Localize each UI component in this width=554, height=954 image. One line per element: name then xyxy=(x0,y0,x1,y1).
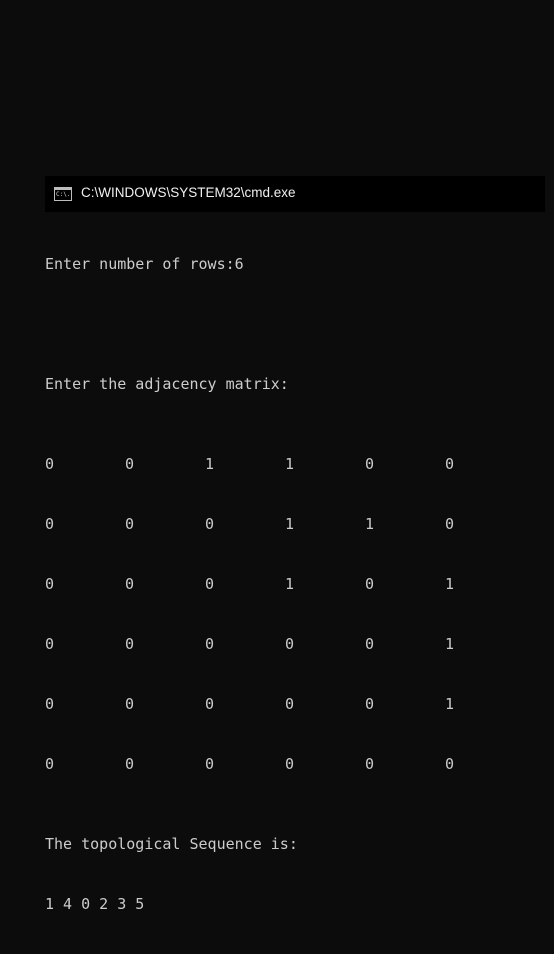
matrix-cell: 0 xyxy=(445,455,455,473)
cmd-icon-glyph: C:\. xyxy=(56,191,71,198)
matrix-cell: 0 xyxy=(125,695,135,713)
matrix-cell: 0 xyxy=(125,575,135,593)
matrix-row: 0 0 0 0 0 0 xyxy=(45,754,545,774)
rows-prompt: Enter number of rows:6 xyxy=(45,255,244,273)
matrix-cell: 1 xyxy=(365,515,375,533)
matrix-cell: 0 xyxy=(285,755,295,773)
matrix-cell: 0 xyxy=(205,515,215,533)
title-bar[interactable]: C:\. C:\WINDOWS\SYSTEM32\cmd.exe xyxy=(45,176,545,212)
matrix-cell: 0 xyxy=(45,575,55,593)
matrix-cell: 0 xyxy=(205,755,215,773)
matrix-cell: 0 xyxy=(205,635,215,653)
matrix-cell: 0 xyxy=(445,755,455,773)
matrix-cell: 0 xyxy=(365,695,375,713)
matrix-cell: 0 xyxy=(365,635,375,653)
matrix-cell: 0 xyxy=(45,635,55,653)
matrix-cell: 0 xyxy=(45,755,55,773)
matrix-row: 0 0 0 0 0 1 xyxy=(45,694,545,714)
matrix-prompt: Enter the adjacency matrix: xyxy=(45,375,289,393)
matrix-row: 0 0 0 1 1 0 xyxy=(45,514,545,534)
matrix-cell: 0 xyxy=(365,455,375,473)
cmd-window: C:\. C:\WINDOWS\SYSTEM32\cmd.exe Enter n… xyxy=(45,176,545,913)
matrix-cell: 0 xyxy=(125,635,135,653)
matrix-cell: 0 xyxy=(365,575,375,593)
matrix-cell: 0 xyxy=(125,455,135,473)
matrix-cell: 1 xyxy=(445,635,455,653)
matrix-cell: 0 xyxy=(365,755,375,773)
matrix-cell: 1 xyxy=(285,455,295,473)
result-sequence: 1 4 0 2 3 5 xyxy=(45,895,145,913)
matrix-cell: 0 xyxy=(205,695,215,713)
matrix-cell: 1 xyxy=(205,455,215,473)
matrix-cell: 0 xyxy=(445,515,455,533)
matrix-cell: 1 xyxy=(445,575,455,593)
matrix-cell: 0 xyxy=(45,515,55,533)
matrix-cell: 0 xyxy=(125,515,135,533)
matrix-row: 0 0 0 1 0 1 xyxy=(45,574,545,594)
matrix-cell: 0 xyxy=(285,695,295,713)
matrix-cell: 0 xyxy=(205,575,215,593)
matrix-row: 0 0 0 0 0 1 xyxy=(45,634,545,654)
matrix-cell: 1 xyxy=(285,515,295,533)
matrix-cell: 0 xyxy=(45,455,55,473)
matrix-cell: 1 xyxy=(285,575,295,593)
matrix-row: 0 0 1 1 0 0 xyxy=(45,454,545,474)
matrix-cell: 0 xyxy=(125,755,135,773)
matrix-cell: 1 xyxy=(445,695,455,713)
result-heading: The topological Sequence is: xyxy=(45,835,298,853)
matrix-cell: 0 xyxy=(45,695,55,713)
cmd-icon: C:\. xyxy=(54,187,72,201)
window-title: C:\WINDOWS\SYSTEM32\cmd.exe xyxy=(81,185,296,200)
matrix-cell: 0 xyxy=(285,635,295,653)
console-output[interactable]: Enter number of rows:6 Enter the adjacen… xyxy=(45,214,545,954)
